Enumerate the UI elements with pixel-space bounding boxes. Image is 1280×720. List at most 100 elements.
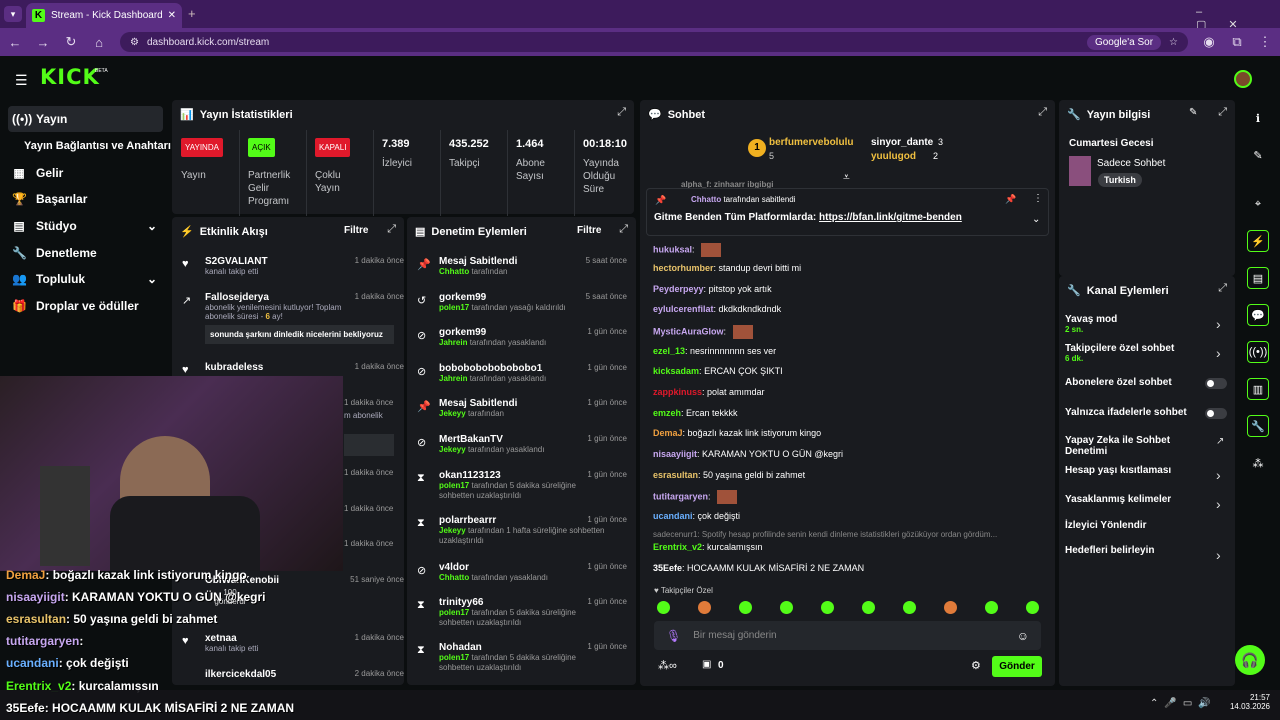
channel-action-item[interactable]: Yalnızca ifadelerle sohbet (1065, 407, 1215, 418)
wrench-icon[interactable]: 🔧 (1247, 415, 1269, 437)
top-gifter-name[interactable]: berfumervebolulu (769, 137, 853, 148)
forward-icon[interactable]: → (36, 35, 50, 50)
chat-username[interactable]: hukuksal (653, 244, 692, 254)
sidebar-item-denetleme[interactable]: 🔧 Denetleme (8, 240, 163, 266)
language-tag[interactable]: Turkish (1098, 173, 1142, 187)
extensions-puzzle-icon[interactable]: ⧉ (1230, 34, 1244, 50)
chat-username[interactable]: ezel_13 (653, 346, 685, 356)
emote-button[interactable] (985, 601, 998, 614)
chevron-right-icon[interactable]: › (1216, 316, 1221, 332)
chevron-right-icon[interactable]: › (1216, 547, 1221, 563)
channel-action-item[interactable]: Abonelere özel sohbet (1065, 377, 1215, 388)
emote-button[interactable] (657, 601, 670, 614)
chat-username[interactable]: emzeh (653, 408, 681, 418)
chat-username[interactable]: zappkinuss (653, 387, 702, 397)
emoji-icon[interactable]: ☺ (1017, 629, 1029, 643)
expand-icon[interactable]: ⤢ (617, 106, 626, 119)
channel-action-item[interactable]: Hesap yaşı kısıtlaması (1065, 465, 1215, 476)
info-icon[interactable]: ℹ (1247, 107, 1269, 129)
more-icon[interactable]: ⋮ (1033, 193, 1043, 204)
emote-button[interactable] (698, 601, 711, 614)
document-icon[interactable]: ▤ (1247, 267, 1269, 289)
send-button[interactable]: Gönder (992, 656, 1042, 677)
chat-username[interactable]: nisaayiigit (653, 449, 697, 459)
category-name[interactable]: Sadece Sohbet (1097, 158, 1165, 169)
support-icon[interactable]: 🎧 (1235, 645, 1265, 675)
sidebar-item-studyo[interactable]: ▤ Stüdyo ⌄ (8, 213, 163, 239)
expand-icon[interactable]: ⤢ (1218, 282, 1227, 295)
channel-action-item[interactable]: Yapay Zeka ile Sohbet Denetimi (1065, 435, 1215, 457)
expand-icon[interactable]: ⤢ (387, 223, 396, 236)
chat-username[interactable]: esrasultan (653, 470, 698, 480)
user-avatar[interactable] (1234, 70, 1252, 88)
sidebar-item-droplar[interactable]: 🎁 Droplar ve ödüller (8, 293, 163, 319)
emote-button[interactable] (739, 601, 752, 614)
sidebar-item-gelir[interactable]: ▦ Gelir (8, 160, 163, 186)
close-tab-icon[interactable]: ✕ (168, 10, 176, 21)
external-link-icon[interactable]: ↗ (1216, 436, 1224, 447)
activity-filter-button[interactable]: Filtre (344, 225, 368, 236)
chat-username[interactable]: tutitargaryen (653, 491, 708, 501)
channel-action-item[interactable]: İzleyici Yönlendir (1065, 520, 1215, 531)
edit-icon[interactable]: ✎ (1247, 144, 1269, 166)
expand-icon[interactable]: ⤢ (1038, 106, 1047, 119)
channel-action-item[interactable]: Takipçilere özel sohbet 6 dk. (1065, 343, 1215, 363)
emote-button[interactable] (903, 601, 916, 614)
chevron-right-icon[interactable]: › (1216, 467, 1221, 483)
channel-action-item[interactable]: Yavaş mod 2 sn. (1065, 314, 1215, 334)
extension-icon[interactable]: ◉ (1202, 34, 1216, 50)
gifter-name[interactable]: sinyor_dante (871, 137, 933, 148)
chat-icon[interactable]: 💬 (1247, 304, 1269, 326)
chevron-down-icon[interactable]: ⌄ (1032, 214, 1040, 225)
address-bar[interactable]: ⚙ dashboard.kick.com/stream Google'a Sor… (120, 32, 1188, 52)
emote-button[interactable] (862, 601, 875, 614)
chat-username[interactable]: ucandani (653, 511, 693, 521)
bookmark-star-icon[interactable]: ☆ (1169, 37, 1178, 48)
chat-username[interactable]: Peyderpeyy (653, 284, 704, 294)
chat-username[interactable]: kicksadam (653, 366, 699, 376)
collapse-icon[interactable]: ⩡ (843, 170, 850, 185)
emote-button[interactable] (780, 601, 793, 614)
expand-icon[interactable]: ⤢ (1218, 106, 1227, 119)
community-icon[interactable]: ⁂ (1247, 452, 1269, 474)
sidebar-item-basarilar[interactable]: 🏆 Başarılar (8, 186, 163, 212)
sidebar-item-yayin[interactable]: ((•)) Yayın (8, 106, 163, 132)
chat-username[interactable]: MysticAuraGlow (653, 326, 724, 336)
capture-icon[interactable]: ⌖ (1247, 193, 1269, 215)
pinned-message[interactable]: Chhatto tarafından sabitlendi 📌 Gitme Be… (646, 188, 1049, 236)
new-tab-button[interactable]: + (188, 6, 196, 21)
google-lens-button[interactable]: Google'a Sor (1086, 34, 1162, 50)
microphone-icon[interactable]: 🎙 (666, 629, 681, 643)
back-icon[interactable]: ← (8, 35, 22, 50)
layout-icon[interactable]: ▥ (1247, 378, 1269, 400)
sidebar-item-topluluk[interactable]: 👥 Topluluk ⌄ (8, 266, 163, 292)
toggle-switch[interactable] (1205, 378, 1227, 389)
pinned-link[interactable]: https://bfan.link/gitme-benden (819, 212, 962, 223)
home-icon[interactable]: ⌂ (92, 35, 106, 50)
chat-username[interactable]: DemaJ (653, 428, 683, 438)
chat-input[interactable]: 🎙 Bir mesaj gönderin ☺ (654, 621, 1041, 650)
broadcast-icon[interactable]: ((•)) (1247, 341, 1269, 363)
tab-list-icon[interactable]: ▾ (4, 6, 22, 22)
kick-logo[interactable]: KICK (40, 65, 100, 89)
toggle-switch[interactable] (1205, 408, 1227, 419)
moderation-filter-button[interactable]: Filtre (577, 225, 601, 236)
points-icon[interactable]: ⁂∞ (658, 659, 677, 672)
store-icon[interactable]: ▣ (702, 659, 711, 670)
edit-icon[interactable]: ✎ (1189, 107, 1197, 118)
channel-action-item[interactable]: Hedefleri belirleyin (1065, 545, 1215, 556)
sidebar-item-stream-key[interactable]: Yayın Bağlantısı ve Anahtarı (8, 133, 183, 159)
unpin-icon[interactable]: 📌 (1005, 194, 1016, 205)
expand-icon[interactable]: ⤢ (619, 223, 628, 236)
browser-tab[interactable]: K Stream - Kick Dashboard ✕ (26, 3, 182, 28)
chat-username[interactable]: hectorhumber (653, 263, 714, 273)
chevron-right-icon[interactable]: › (1216, 496, 1221, 512)
chat-settings-icon[interactable]: ⚙ (971, 659, 981, 672)
reload-icon[interactable]: ↻ (64, 34, 78, 50)
system-tray-icons[interactable]: ⌃🎤▭🔊 (1150, 698, 1217, 709)
gifter-name[interactable]: yuulugod (871, 151, 916, 162)
menu-dots-icon[interactable]: ⋮ (1258, 34, 1272, 50)
bolt-icon[interactable]: ⚡ (1247, 230, 1269, 252)
hamburger-menu-icon[interactable]: ☰ (15, 72, 28, 89)
emote-button[interactable] (1026, 601, 1039, 614)
